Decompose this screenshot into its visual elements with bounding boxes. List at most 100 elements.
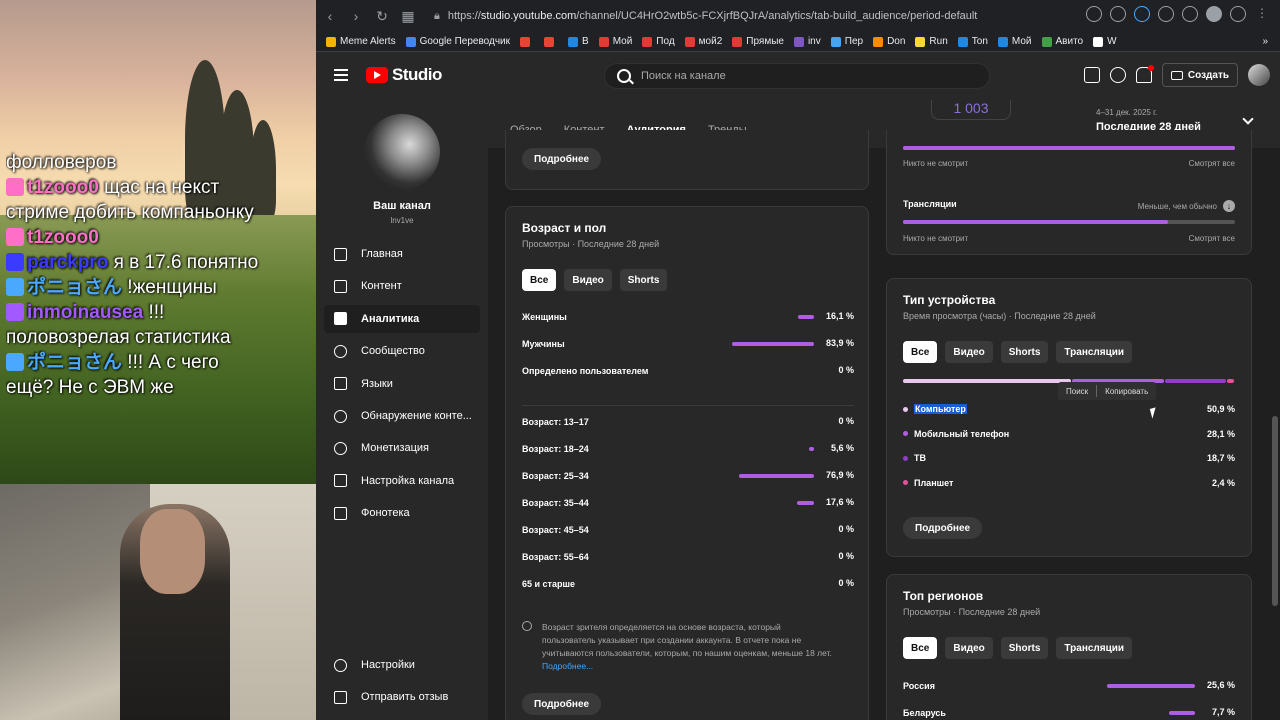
- url-prefix: https://: [447, 10, 481, 22]
- profile-icon[interactable]: [1206, 6, 1222, 22]
- more-icon[interactable]: ⋮: [1254, 6, 1270, 22]
- bookmark-item[interactable]: Google Переводчик: [405, 36, 510, 47]
- bookmark-item[interactable]: [544, 36, 558, 47]
- reload-icon[interactable]: ↻: [370, 4, 394, 28]
- search-input[interactable]: Поиск на канале: [604, 63, 990, 89]
- browser-window: ‹ › ↻ ▦ 🔒︎ https://studio.youtube.com/ch…: [316, 0, 1280, 720]
- back-icon[interactable]: ‹: [318, 4, 342, 28]
- account-avatar[interactable]: [1248, 64, 1270, 86]
- url-path: /channel/UC4HrO2wtb5c-FCXjrfBQJrA/analyt…: [576, 10, 978, 22]
- screenshot-icon[interactable]: [1110, 6, 1126, 22]
- sidebar-item-label: Контент: [361, 280, 402, 293]
- previous-more-button[interactable]: Подробнее: [522, 148, 602, 170]
- bookmark-label: Пер: [844, 36, 864, 47]
- filter-chip[interactable]: Трансляции: [1056, 341, 1133, 363]
- bookmark-item[interactable]: Мой: [997, 36, 1032, 47]
- browser-toolbar: ‹ › ↻ ▦ 🔒︎ https://studio.youtube.com/ch…: [316, 0, 1280, 32]
- bookmark-label: Run: [929, 36, 948, 47]
- bookmark-item[interactable]: Прямые: [732, 36, 784, 47]
- channel-avatar[interactable]: [364, 114, 440, 190]
- chat-text: стриме добить компаньонку: [6, 202, 254, 223]
- bookmark-item[interactable]: Мой: [598, 36, 632, 47]
- row-bar: [738, 474, 814, 478]
- row-value: 83,9 %: [825, 338, 854, 348]
- context-search-item[interactable]: Поиск: [1058, 387, 1096, 396]
- filter-chip[interactable]: Все: [903, 341, 938, 363]
- bookmark-item[interactable]: Don: [873, 36, 905, 47]
- stream-chat: фолловеров t1zooo0 щас на некст стриме доб…: [6, 150, 312, 400]
- sidebar-item[interactable]: Контент: [324, 272, 480, 300]
- bookmark-item[interactable]: Meme Alerts: [326, 36, 396, 47]
- filter-chip[interactable]: Трансляции: [1056, 637, 1133, 659]
- bookmark-item[interactable]: Авито: [1041, 36, 1083, 47]
- sidebar-item[interactable]: Настройки: [324, 651, 480, 679]
- bookmark-label: Мой: [1011, 36, 1032, 47]
- help-icon[interactable]: [1109, 67, 1126, 83]
- sidebar-item[interactable]: Сообщество: [324, 337, 480, 365]
- filter-chip[interactable]: Видео: [945, 637, 993, 659]
- filter-chip[interactable]: Видео: [945, 341, 993, 363]
- bookmark-item[interactable]: W: [1093, 36, 1117, 47]
- heart-icon[interactable]: [1158, 6, 1174, 22]
- address-bar[interactable]: 🔒︎ https://studio.youtube.com/channel/UC…: [434, 5, 1164, 27]
- sidebar-item[interactable]: Аналитика: [324, 304, 480, 333]
- extensions-icon[interactable]: [1182, 6, 1198, 22]
- menu-icon[interactable]: [334, 69, 348, 81]
- chat-username: ポニョさん: [27, 277, 123, 298]
- sidebar-item[interactable]: Обнаружение конте...: [324, 402, 480, 430]
- bookmark-item[interactable]: Ton: [957, 36, 988, 47]
- notifications-icon[interactable]: [1135, 65, 1154, 83]
- filter-chip[interactable]: Видео: [564, 269, 612, 291]
- age-note-text: Возраст зрителя определяется на основе в…: [542, 622, 832, 658]
- sidebar-item[interactable]: Отправить отзыв: [324, 683, 480, 711]
- sidebar-item[interactable]: Настройка канала: [324, 467, 480, 495]
- device-type-more-button[interactable]: Подробнее: [903, 517, 983, 539]
- sidebar-item-label: Аналитика: [361, 312, 420, 325]
- scrollbar[interactable]: [1272, 416, 1278, 606]
- bookmark-item[interactable]: В: [568, 36, 589, 47]
- divider: [522, 405, 854, 406]
- more-bookmarks-icon[interactable]: »: [1262, 36, 1268, 47]
- main-content: ОбзорКонтентАудиторияТренды 4–31 дек. 20…: [488, 100, 1280, 720]
- messages-icon[interactable]: [1083, 67, 1100, 83]
- row-value: 0 %: [838, 524, 854, 534]
- tab-grid-icon[interactable]: ▦: [396, 4, 420, 28]
- sidebar-item[interactable]: Главная: [324, 240, 480, 268]
- search-placeholder: Поиск на канале: [641, 70, 726, 82]
- chat-username: t1zooo0: [27, 227, 99, 248]
- chat-message: фолловеров: [6, 150, 312, 175]
- filter-chip[interactable]: Все: [522, 269, 557, 291]
- filter-chip[interactable]: Shorts: [1000, 637, 1049, 659]
- channel-label: Ваш канал: [373, 200, 431, 212]
- metric-row: Женщины 16,1 %: [522, 309, 854, 325]
- sidebar-item[interactable]: Языки: [324, 370, 480, 398]
- forward-icon[interactable]: ›: [344, 4, 368, 28]
- filter-chip[interactable]: Все: [903, 637, 938, 659]
- bookmark-item[interactable]: [520, 36, 534, 47]
- filter-chip[interactable]: Shorts: [1000, 341, 1049, 363]
- bookmark-item[interactable]: Run: [915, 36, 948, 47]
- bookmark-icon: [544, 36, 555, 47]
- zoom-icon[interactable]: [1086, 6, 1102, 22]
- bookmark-item[interactable]: Пер: [830, 36, 864, 47]
- feedback-icon: [334, 690, 347, 704]
- bookmark-item[interactable]: Под: [642, 36, 675, 47]
- sidebar-item[interactable]: Фонотека: [324, 499, 480, 527]
- studio-logo[interactable]: Studio: [366, 65, 442, 85]
- download-icon[interactable]: [1230, 6, 1246, 22]
- chevron-down-icon[interactable]: [1242, 113, 1254, 125]
- device-value: 18,7 %: [1206, 453, 1235, 463]
- device-name: Компьютер: [914, 404, 967, 414]
- bookmark-item[interactable]: мой2: [684, 36, 722, 47]
- create-button[interactable]: Создать: [1161, 63, 1238, 87]
- shield-icon[interactable]: [1134, 6, 1150, 22]
- context-copy-item[interactable]: Копировать: [1097, 387, 1156, 396]
- youtube-logo-icon: [366, 67, 388, 83]
- age-gender-more-button[interactable]: Подробнее: [522, 693, 602, 715]
- sidebar-item[interactable]: Монетизация: [324, 434, 480, 462]
- url-host: studio.youtube.com: [480, 10, 577, 22]
- logo-text: Studio: [392, 65, 442, 84]
- age-note-link[interactable]: Подробнее...: [542, 661, 593, 671]
- bookmark-item[interactable]: inv: [793, 36, 821, 47]
- filter-chip[interactable]: Shorts: [619, 269, 668, 291]
